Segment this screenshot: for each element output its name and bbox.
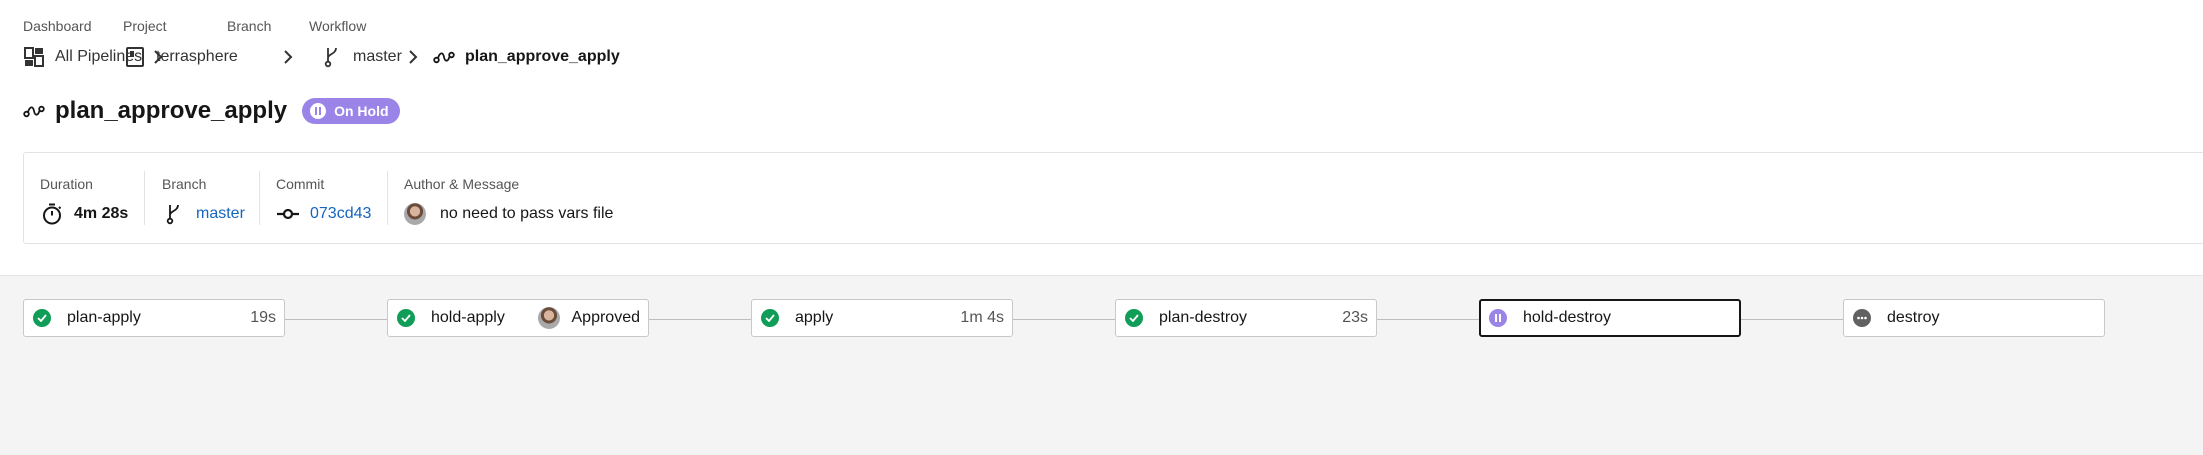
job-name: destroy [1887, 309, 1940, 326]
chevron-right-icon [281, 47, 295, 67]
breadcrumb-label-workflow: Workflow [309, 18, 367, 34]
success-check-icon [397, 309, 415, 327]
branch-link[interactable]: master [196, 205, 245, 223]
pause-icon [310, 103, 327, 119]
pause-icon [1489, 309, 1507, 327]
job-name: plan-destroy [1159, 309, 1248, 326]
author-message-value-row: no need to pass vars file [404, 199, 613, 229]
breadcrumb-branch-label: master [353, 48, 402, 65]
approval-status: Approved [537, 307, 641, 329]
approval-label: Approved [571, 309, 641, 326]
branch-label: Branch [162, 176, 207, 192]
project-icon [124, 46, 146, 68]
dashboard-icon [23, 46, 45, 68]
commit-icon [276, 202, 300, 226]
chevron-right-icon [406, 47, 420, 67]
workflow-icon [23, 100, 45, 122]
job-name: plan-apply [67, 309, 141, 326]
commit-value-row: 073cd43 [276, 199, 371, 229]
branch-icon [162, 202, 186, 226]
duration-label: Duration [40, 176, 93, 192]
job-apply[interactable]: apply 1m 4s [751, 299, 1013, 337]
breadcrumb-label-project: Project [123, 18, 167, 34]
duration-value: 4m 28s [74, 205, 129, 222]
job-duration: 19s [250, 309, 276, 326]
workflow-icon [433, 46, 455, 68]
job-destroy[interactable]: destroy [1843, 299, 2105, 337]
commit-label: Commit [276, 176, 325, 192]
job-duration: 23s [1342, 309, 1368, 326]
branch-icon [321, 46, 343, 68]
avatar [537, 307, 560, 329]
job-name: apply [795, 309, 834, 326]
job-hold-destroy[interactable]: hold-destroy [1479, 299, 1741, 337]
job-connector [1741, 319, 1843, 320]
stopwatch-icon [40, 202, 64, 226]
workflow-info-card: Duration 4m 28s Branch master Commit 073… [23, 152, 2203, 244]
job-name: hold-apply [431, 309, 505, 326]
breadcrumb-workflow-label: plan_approve_apply [465, 48, 620, 65]
success-check-icon [1125, 309, 1143, 327]
status-badge-label: On Hold [334, 103, 389, 119]
job-connector [1013, 319, 1115, 320]
breadcrumb-workflow[interactable]: plan_approve_apply [433, 44, 620, 70]
breadcrumb-label-dashboard: Dashboard [23, 18, 92, 34]
breadcrumb-project-label: terrasphere [156, 48, 238, 65]
job-connector [285, 319, 387, 320]
job-hold-apply[interactable]: hold-apply Approved [387, 299, 649, 337]
page-title-row: plan_approve_apply On Hold [23, 95, 400, 127]
job-plan-destroy[interactable]: plan-destroy 23s [1115, 299, 1377, 337]
job-name: hold-destroy [1523, 309, 1612, 326]
breadcrumb-branch[interactable]: master [321, 44, 402, 70]
success-check-icon [33, 309, 51, 327]
breadcrumb-label-branch: Branch [227, 18, 272, 34]
page-title: plan_approve_apply [55, 97, 288, 124]
blocked-dots-icon [1853, 309, 1871, 327]
avatar [404, 203, 426, 225]
branch-value-row: master [162, 199, 245, 229]
job-duration: 1m 4s [960, 309, 1004, 326]
divider [259, 171, 260, 225]
job-plan-apply[interactable]: plan-apply 19s [23, 299, 285, 337]
breadcrumb-project[interactable]: terrasphere [124, 44, 238, 70]
divider [387, 171, 388, 225]
duration-value-row: 4m 28s [40, 199, 128, 229]
status-badge: On Hold [302, 98, 400, 124]
success-check-icon [761, 309, 779, 327]
commit-link[interactable]: 073cd43 [310, 205, 371, 223]
workflow-header-area: Dashboard Project Branch Workflow All Pi… [0, 0, 2203, 275]
job-connector [1377, 319, 1479, 320]
job-connector [649, 319, 751, 320]
author-message-label: Author & Message [404, 176, 520, 192]
divider [144, 171, 145, 225]
commit-message: no need to pass vars file [440, 205, 614, 222]
